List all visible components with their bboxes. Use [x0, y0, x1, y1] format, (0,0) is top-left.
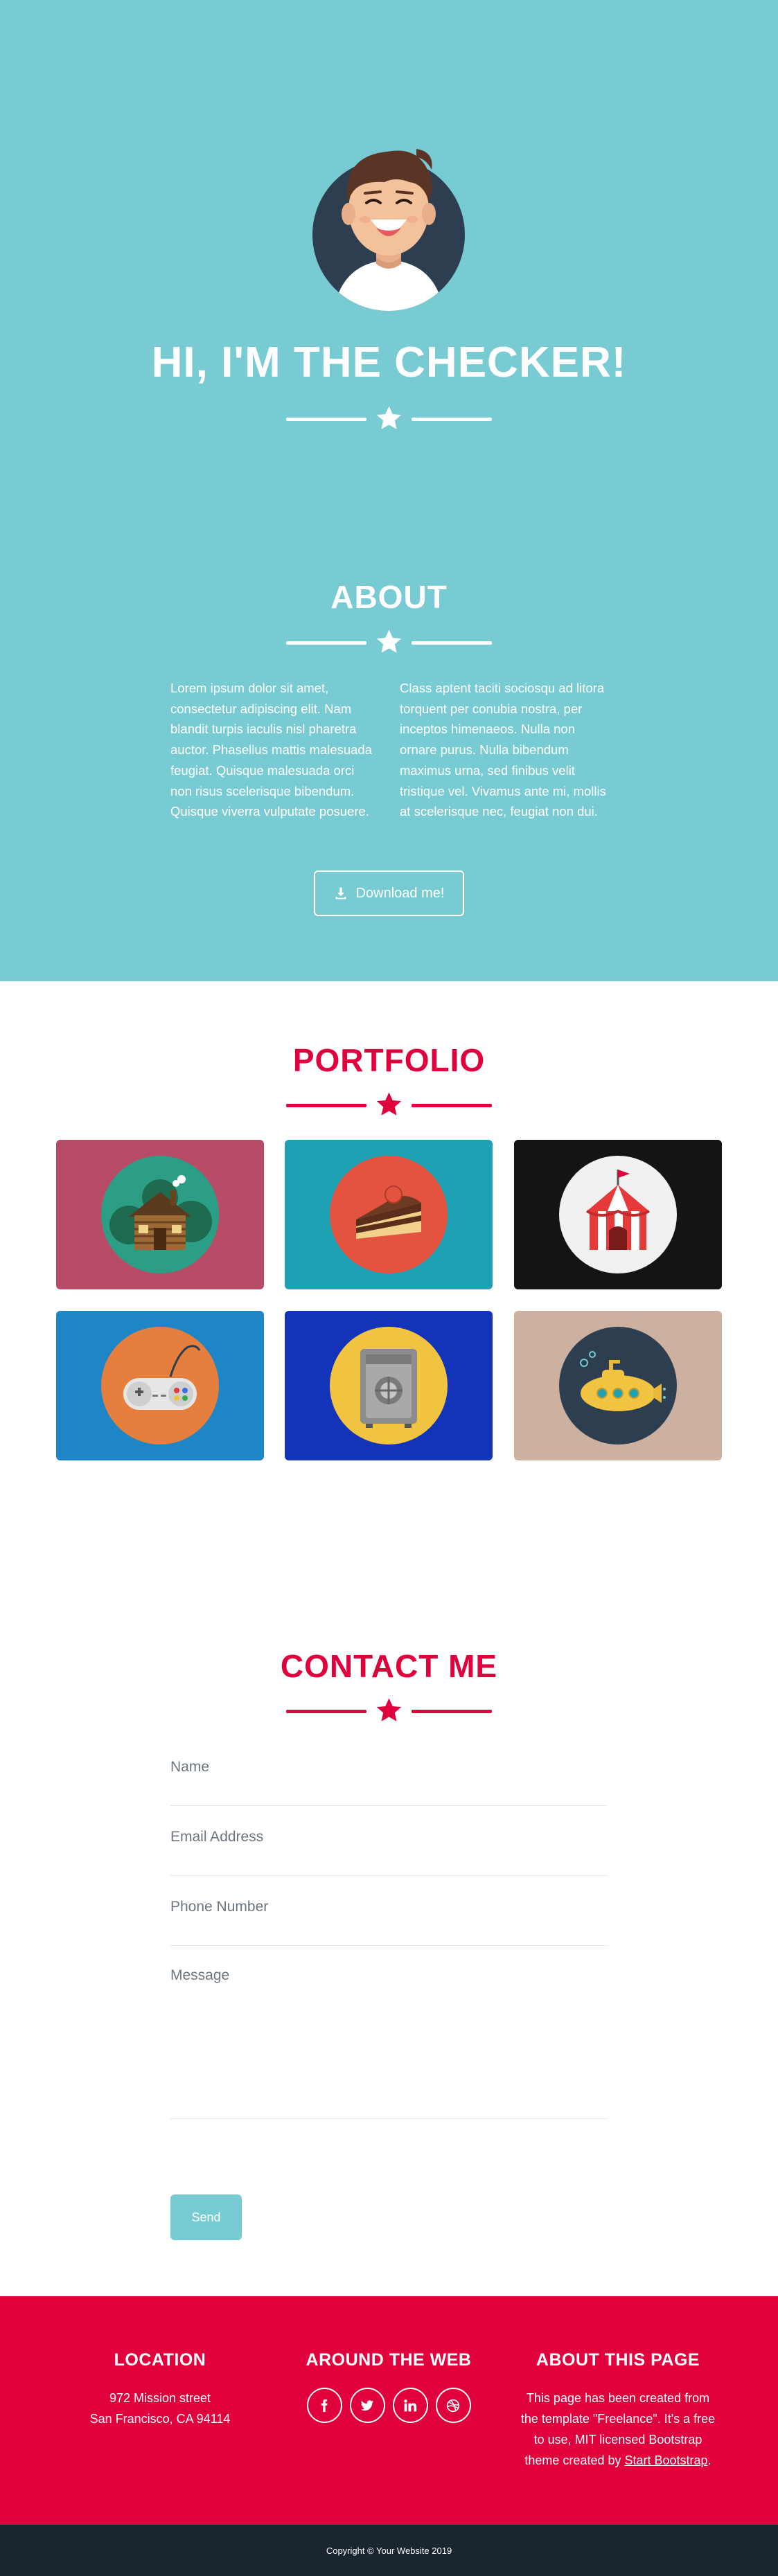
- download-button[interactable]: Download me!: [314, 870, 464, 916]
- address-line-2: San Francisco, CA 94114: [89, 2412, 231, 2426]
- portfolio-item-submarine[interactable]: [514, 1311, 722, 1460]
- linkedin-icon: [404, 2399, 417, 2411]
- contact-section: CONTACT ME Send: [0, 1587, 778, 2296]
- message-input[interactable]: [170, 1967, 607, 2067]
- submarine-icon: [559, 1327, 677, 1444]
- masthead: HI, I'M THE CHECKER!: [0, 0, 778, 504]
- game-controller-icon: [101, 1327, 219, 1444]
- cake-icon: [330, 1156, 448, 1273]
- footer: LOCATION 972 Mission street San Francisc…: [0, 2296, 778, 2525]
- about-page-title: ABOUT THIS PAGE: [536, 2350, 700, 2370]
- about-title: ABOUT: [330, 579, 448, 615]
- portfolio-item-game[interactable]: [56, 1311, 264, 1460]
- phone-field: [170, 1899, 607, 1946]
- safe-icon: [330, 1327, 448, 1444]
- about-page-end: .: [707, 2453, 711, 2467]
- social-links: [274, 2388, 503, 2423]
- address-line-1: 972 Mission street: [109, 2391, 211, 2405]
- about-page-text: This page has been created from the temp…: [504, 2388, 732, 2471]
- send-button[interactable]: Send: [170, 2194, 242, 2240]
- circus-tent-icon: [559, 1156, 677, 1273]
- contact-title: CONTACT ME: [280, 1648, 498, 1684]
- star-icon: [376, 1092, 402, 1116]
- footer-social: AROUND THE WEB: [274, 2350, 503, 2423]
- portfolio-item-cake[interactable]: [285, 1140, 493, 1289]
- about-section: ABOUT Lorem ipsum dolor sit amet, consec…: [0, 504, 778, 981]
- portfolio-item-circus[interactable]: [514, 1140, 722, 1289]
- footer-location: LOCATION 972 Mission street San Francisc…: [46, 2350, 274, 2429]
- address: 972 Mission street San Francisco, CA 941…: [46, 2388, 274, 2429]
- portfolio-item-cabin[interactable]: [56, 1140, 264, 1289]
- star-icon: [376, 406, 402, 429]
- about-paragraph-right: Class aptent taciti sociosqu ad litora t…: [400, 681, 606, 819]
- portfolio-divider: [286, 1091, 492, 1118]
- hero-title: HI, I'M THE CHECKER!: [151, 339, 627, 386]
- star-icon: [376, 1698, 402, 1721]
- copyright-text: Copyright © Your Website 2019: [326, 2545, 452, 2556]
- cabin-icon: [101, 1156, 219, 1273]
- star-icon: [376, 629, 402, 653]
- location-title: LOCATION: [114, 2350, 206, 2370]
- footer-about: ABOUT THIS PAGE This page has been creat…: [504, 2350, 732, 2471]
- around-the-web-title: AROUND THE WEB: [306, 2350, 472, 2370]
- message-field: [170, 1967, 607, 2119]
- facebook-link[interactable]: [306, 2388, 342, 2423]
- copyright-bar: Copyright © Your Website 2019: [0, 2525, 778, 2576]
- start-bootstrap-link[interactable]: Start Bootstrap: [625, 2453, 708, 2467]
- contact-divider: [286, 1697, 492, 1724]
- twitter-link[interactable]: [349, 2388, 385, 2423]
- avatar: [312, 149, 465, 311]
- email-input[interactable]: [170, 1829, 607, 1845]
- download-label: Download me!: [355, 885, 445, 901]
- portfolio-section: PORTFOLIO: [0, 981, 778, 1587]
- facebook-icon: [321, 2399, 328, 2412]
- email-field: [170, 1829, 607, 1876]
- portfolio-title: PORTFOLIO: [292, 1042, 486, 1078]
- portfolio-item-safe[interactable]: [285, 1311, 493, 1460]
- download-icon: [335, 887, 346, 900]
- dribbble-link[interactable]: [435, 2388, 471, 2423]
- title-divider: [286, 404, 492, 432]
- dribbble-icon: [446, 2399, 460, 2412]
- about-divider: [286, 628, 492, 656]
- about-paragraph-left: Lorem ipsum dolor sit amet, consectetur …: [170, 681, 373, 819]
- linkedin-link[interactable]: [392, 2388, 428, 2423]
- phone-input[interactable]: [170, 1899, 607, 1915]
- name-field: [170, 1759, 607, 1806]
- name-input[interactable]: [170, 1759, 607, 1776]
- twitter-icon: [360, 2399, 374, 2410]
